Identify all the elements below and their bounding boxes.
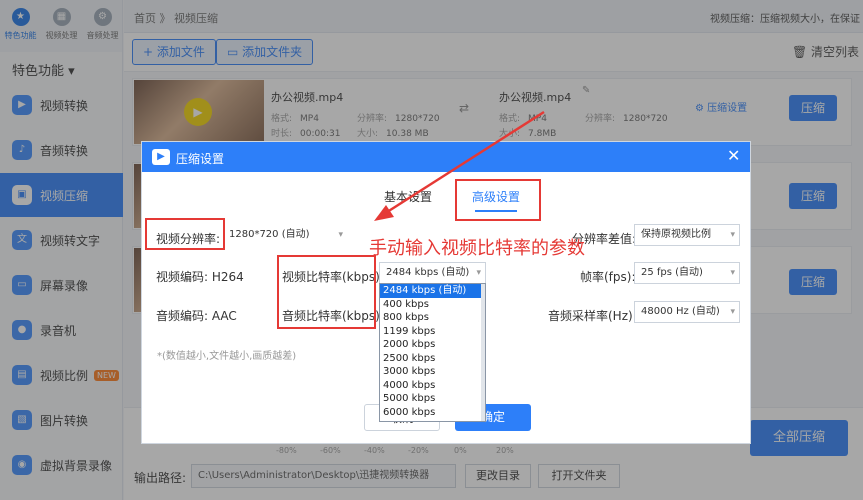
highlight-video-resolution <box>145 218 225 250</box>
chevron-down-icon: ▾ <box>730 268 735 278</box>
dropdown-option[interactable]: 1199 kbps <box>380 325 485 339</box>
dropdown-option[interactable]: 6000 kbps <box>380 406 485 420</box>
camera-icon: ▶ <box>152 149 170 165</box>
sample-rate-label: 音频采样率(Hz): <box>548 309 637 323</box>
dropdown-option[interactable]: 400 kbps <box>380 298 485 312</box>
chevron-down-icon: ▾ <box>476 268 481 278</box>
dropdown-option[interactable]: 2484 kbps (自动) <box>380 284 485 298</box>
tab-basic[interactable]: 基本设置 <box>384 188 432 205</box>
dropdown-option[interactable]: 4000 kbps <box>380 379 485 393</box>
compress-settings-dialog: ▶ 压缩设置 ✕ 基本设置 高级设置 视频分辨率: 1280*720 (自动) ▾… <box>141 141 751 444</box>
video-resolution-select[interactable]: 1280*720 (自动) ▾ <box>222 224 348 246</box>
close-icon[interactable]: ✕ <box>727 147 740 165</box>
chevron-down-icon: ▾ <box>730 307 735 317</box>
video-bitrate-select[interactable]: 2484 kbps (自动) ▾ <box>379 262 486 284</box>
highlight-bitrate-labels <box>277 255 376 329</box>
dropdown-option[interactable]: 2500 kbps <box>380 352 485 366</box>
dialog-title: 压缩设置 <box>176 152 225 166</box>
fps-label: 帧率(fps): <box>580 270 636 284</box>
annotation-text: 手动输入视频比特率的参数 <box>369 238 585 259</box>
dropdown-option[interactable]: 3000 kbps <box>380 365 485 379</box>
quality-note: *(数值越小,文件越小,画质越差) <box>157 351 297 362</box>
video-codec-label: 视频编码: H264 <box>156 270 244 284</box>
dialog-header: ▶ 压缩设置 ✕ <box>142 142 750 172</box>
dropdown-option[interactable]: 5000 kbps <box>380 392 485 406</box>
highlight-advanced-tab <box>455 179 541 221</box>
chevron-down-icon: ▾ <box>338 230 343 240</box>
dropdown-scrollbar[interactable] <box>481 284 485 421</box>
resolution-diff-select[interactable]: 保持原视频比例 ▾ <box>634 224 740 246</box>
dropdown-option[interactable]: 800 kbps <box>380 311 485 325</box>
audio-codec-label: 音频编码: AAC <box>156 309 237 323</box>
video-bitrate-dropdown: 2484 kbps (自动) 400 kbps 800 kbps 1199 kb… <box>379 283 486 422</box>
sample-rate-select[interactable]: 48000 Hz (自动) ▾ <box>634 301 740 323</box>
chevron-down-icon: ▾ <box>730 230 735 240</box>
dropdown-option[interactable]: 2000 kbps <box>380 338 485 352</box>
app-window: ★ 特色功能 ▦ 视频处理 ⚙ 音频处理 特色功能 ▾ ▶ 视频转换 ♪ 音频转… <box>0 0 863 500</box>
fps-select[interactable]: 25 fps (自动) ▾ <box>634 262 740 284</box>
